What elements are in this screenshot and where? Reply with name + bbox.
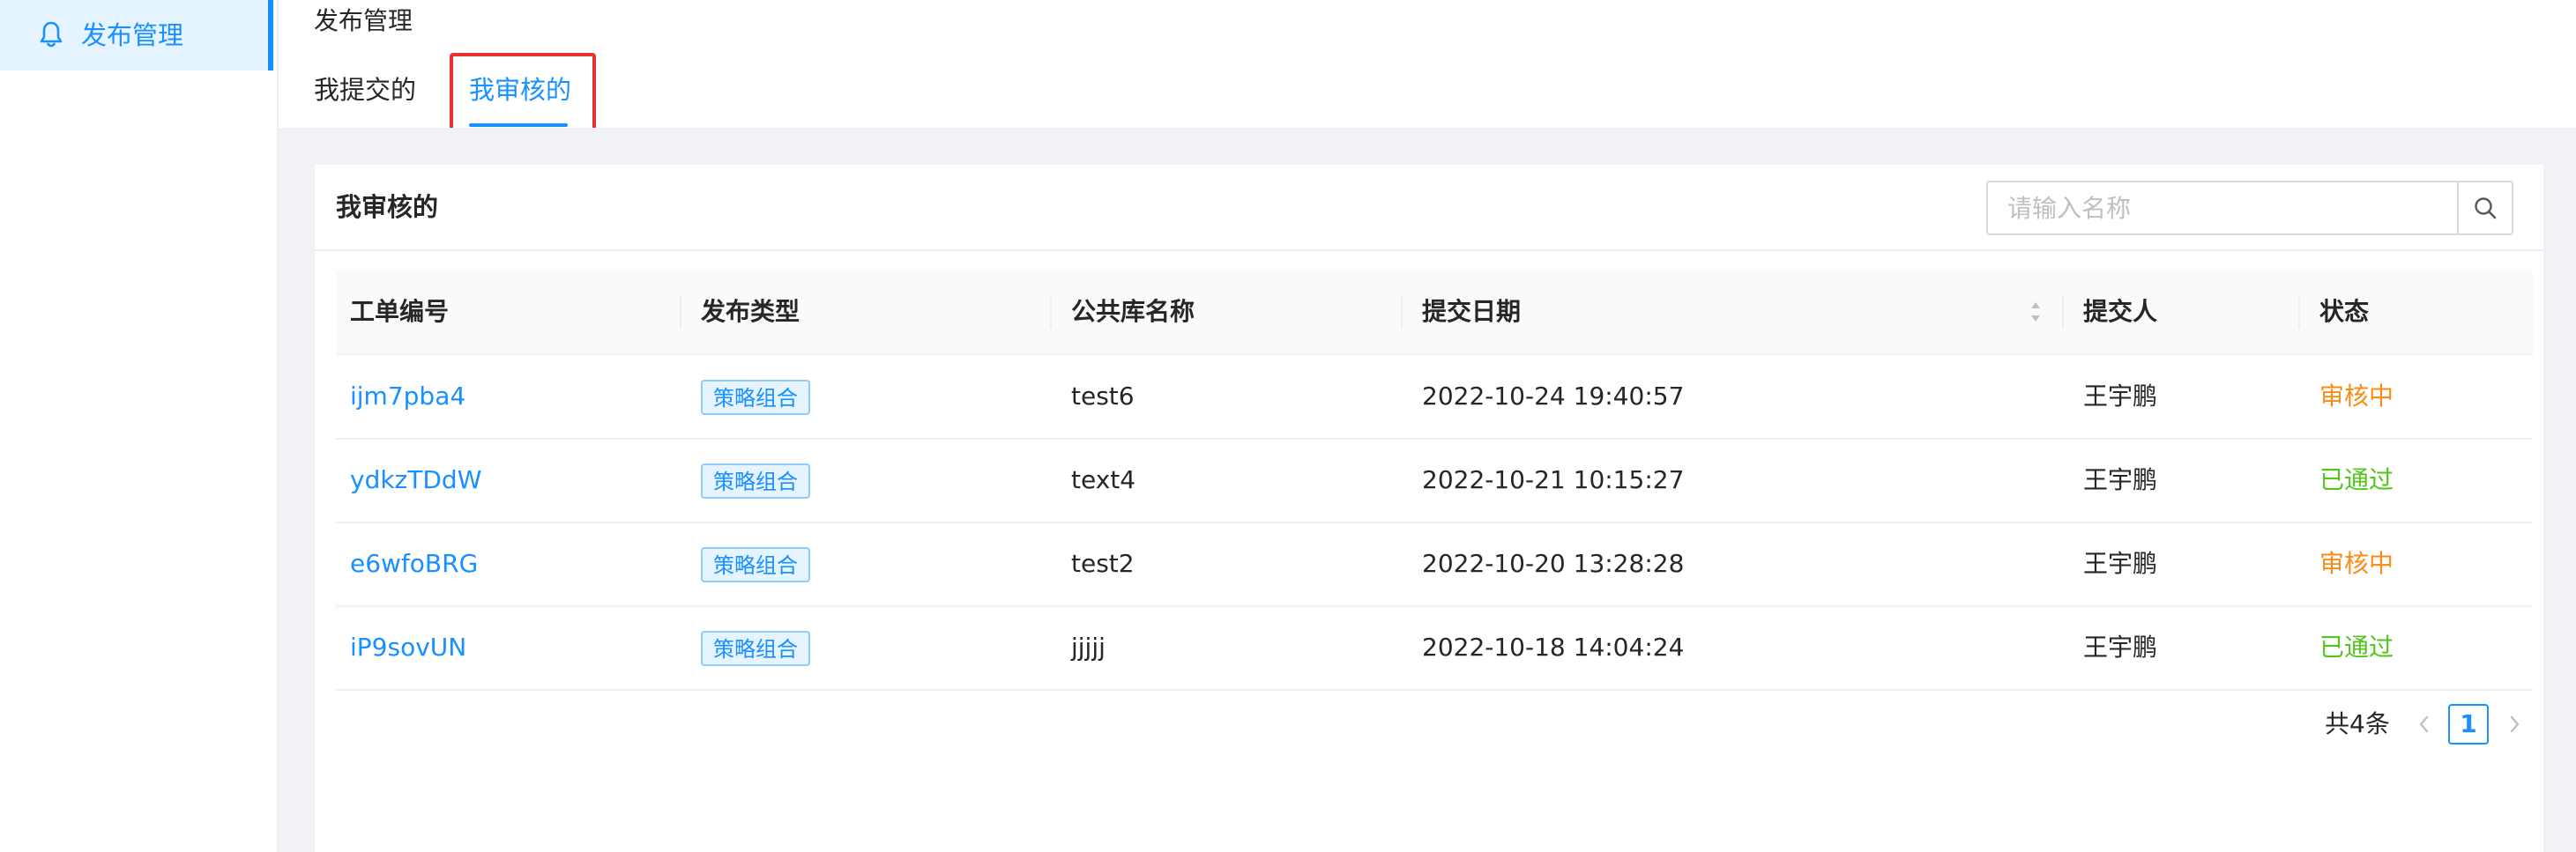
sidebar: 发布管理: [0, 0, 279, 852]
column-header-submit-date[interactable]: 提交日期: [1422, 270, 1521, 353]
search-button[interactable]: [2457, 182, 2512, 233]
bell-icon: [37, 19, 65, 49]
submit-date-cell: 2022-10-21 10:15:27: [1422, 465, 1685, 494]
submitter-cell: 王宇鹏: [2083, 382, 2158, 411]
submit-date-cell: 2022-10-20 13:28:28: [1422, 549, 1685, 578]
ticket-id-link[interactable]: e6wfoBRG: [350, 522, 478, 605]
card-header: 我审核的: [315, 165, 2543, 251]
library-name-cell: test6: [1071, 382, 1135, 411]
column-header-ticket-id: 工单编号: [350, 297, 450, 326]
ticket-id-link[interactable]: ijm7pba4: [350, 355, 465, 438]
page-number-button[interactable]: 1: [2448, 704, 2489, 745]
submit-date-cell: 2022-10-24 19:40:57: [1422, 382, 1685, 411]
card-title: 我审核的: [336, 192, 439, 222]
column-header-release-type: 发布类型: [701, 297, 800, 326]
column-header-status: 状态: [2319, 297, 2370, 326]
release-type-tag: 策略组合: [701, 631, 810, 666]
release-type-tag: 策略组合: [701, 547, 810, 582]
release-type-tag: 策略组合: [701, 380, 810, 415]
pagination-total: 共4条: [2325, 709, 2390, 738]
table-row: iP9sovUN 策略组合 jjjjj 2022-10-18 14:04:24 …: [336, 606, 2533, 691]
column-divider: [680, 295, 681, 329]
table-row: e6wfoBRG 策略组合 test2 2022-10-20 13:28:28 …: [336, 522, 2533, 607]
column-divider: [2298, 295, 2300, 329]
column-divider: [1050, 295, 1052, 329]
page-title: 发布管理: [314, 6, 413, 35]
search-icon: [2475, 197, 2497, 219]
table-row: ijm7pba4 策略组合 test6 2022-10-24 19:40:57 …: [336, 355, 2533, 440]
submit-date-cell: 2022-10-18 14:04:24: [1422, 633, 1685, 662]
submitter-cell: 王宇鹏: [2083, 465, 2158, 494]
review-card: 我审核的 工单编号 发布类型 公共库名称 提交日期: [315, 165, 2543, 852]
column-header-library-name: 公共库名称: [1071, 297, 1195, 326]
column-header-submitter: 提交人: [2083, 297, 2158, 326]
table-header: 工单编号 发布类型 公共库名称 提交日期 提交人 状态: [336, 270, 2533, 355]
sort-icon[interactable]: [2027, 297, 2044, 327]
ticket-id-link[interactable]: ydkzTDdW: [350, 439, 481, 522]
chevron-right-icon: [2510, 715, 2520, 733]
library-name-cell: test2: [1071, 549, 1135, 578]
table-row: ydkzTDdW 策略组合 text4 2022-10-21 10:15:27 …: [336, 439, 2533, 523]
search-input[interactable]: [1988, 182, 2459, 233]
library-name-cell: text4: [1071, 465, 1136, 494]
page-header: 发布管理 我提交的 我审核的: [279, 0, 2576, 143]
column-divider: [1401, 295, 1403, 329]
ticket-id-link[interactable]: iP9sovUN: [350, 606, 466, 689]
column-divider: [2062, 295, 2064, 329]
pagination: 共4条 1: [315, 702, 2543, 746]
status-badge: 已通过: [2319, 465, 2394, 494]
release-type-tag: 策略组合: [701, 463, 810, 499]
prev-page-button[interactable]: [2409, 709, 2439, 739]
search-group: [1986, 181, 2513, 235]
status-badge: 审核中: [2319, 549, 2394, 578]
status-badge: 审核中: [2319, 382, 2394, 411]
chevron-left-icon: [2419, 715, 2429, 733]
sidebar-item-label: 发布管理: [81, 20, 184, 50]
submitter-cell: 王宇鹏: [2083, 633, 2158, 662]
library-name-cell: jjjjj: [1071, 633, 1106, 662]
sidebar-item-release-management[interactable]: 发布管理: [0, 0, 273, 70]
submitter-cell: 王宇鹏: [2083, 549, 2158, 578]
next-page-button[interactable]: [2499, 709, 2529, 739]
tab-my-submitted[interactable]: 我提交的: [314, 70, 416, 109]
status-badge: 已通过: [2319, 633, 2394, 662]
